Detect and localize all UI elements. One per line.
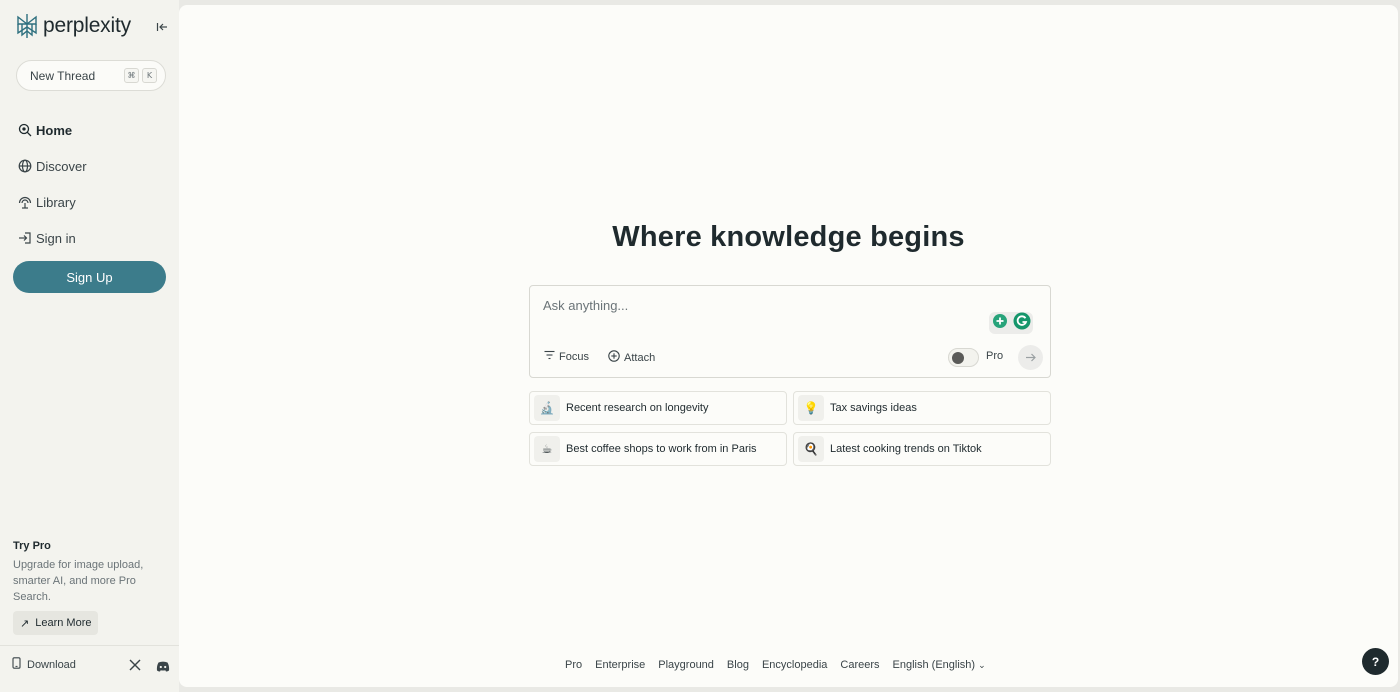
lightbulb-icon: 💡 [798, 395, 824, 421]
sign-up-button[interactable]: Sign Up [13, 261, 166, 293]
focus-label: Focus [559, 350, 589, 363]
try-pro-description: Upgrade for image upload, smarter AI, an… [13, 559, 144, 603]
pro-toggle[interactable] [948, 348, 979, 367]
x-twitter-icon[interactable] [129, 658, 141, 676]
page-title: Where knowledge begins [612, 221, 965, 253]
language-label: English (English) [892, 659, 976, 671]
microscope-icon: 🔬 [534, 395, 560, 421]
sidebar-item-label: Library [36, 194, 76, 210]
sidebar-divider [0, 645, 179, 646]
perplexity-logo-icon [17, 14, 37, 38]
suggestion-label: Latest cooking trends on Tiktok [830, 443, 982, 455]
new-thread-label: New Thread [30, 68, 96, 83]
footer: Pro Enterprise Playground Blog Encyclope… [565, 659, 986, 671]
try-pro-title: Try Pro [13, 540, 51, 552]
suggestion-card[interactable]: 🍳 Latest cooking trends on Tiktok [793, 432, 1051, 466]
download-label: Download [27, 658, 76, 671]
sidebar-item-label: Sign in [36, 230, 76, 246]
grammarly-icon[interactable] [1013, 312, 1031, 335]
attach-button[interactable]: Attach [608, 350, 655, 365]
extension-icons [989, 312, 1033, 334]
suggestion-label: Tax savings ideas [830, 402, 917, 414]
sidebar-item-sign-in[interactable]: Sign in [17, 220, 87, 256]
sidebar-item-discover[interactable]: Discover [17, 148, 87, 184]
focus-button[interactable]: Focus [544, 350, 589, 363]
chevron-down-icon: ⌄ [978, 660, 986, 670]
footer-link-blog[interactable]: Blog [727, 659, 749, 671]
toggle-knob [952, 352, 964, 364]
command-key: ⌘ [124, 68, 139, 83]
k-key: K [142, 68, 157, 83]
collapse-icon [156, 23, 167, 31]
download-link[interactable]: Download [12, 657, 76, 672]
language-selector[interactable]: English (English) ⌄ [893, 659, 986, 671]
sidebar-item-label: Home [36, 122, 73, 138]
footer-link-playground[interactable]: Playground [658, 659, 714, 671]
sign-in-icon [17, 231, 32, 246]
phone-icon [12, 657, 21, 672]
footer-link-careers[interactable]: Careers [840, 659, 879, 671]
home-search-icon [17, 123, 32, 138]
arrow-right-icon [1026, 353, 1036, 362]
learn-more-label: Learn More [35, 617, 92, 629]
discord-icon[interactable] [156, 659, 170, 677]
sidebar: perplexity New Thread ⌘ K Home Discover … [0, 0, 179, 692]
perplexity-logo[interactable]: perplexity [15, 13, 131, 39]
footer-link-pro[interactable]: Pro [565, 659, 582, 671]
main-panel: Where knowledge begins Focus Attach [179, 5, 1398, 687]
new-thread-button[interactable]: New Thread ⌘ K [16, 60, 166, 91]
pro-label: Pro [986, 350, 1004, 362]
help-button[interactable]: ? [1362, 648, 1389, 675]
attach-label: Attach [624, 351, 656, 364]
sidebar-nav: Home Discover Library Sign in [17, 112, 87, 256]
suggestion-card[interactable]: ☕ Best coffee shops to work from in Pari… [529, 432, 787, 466]
sidebar-item-home[interactable]: Home [17, 112, 87, 148]
search-box: Focus Attach Pro [529, 285, 1051, 378]
globe-icon [17, 159, 32, 174]
submit-button[interactable] [1018, 345, 1043, 370]
suggestion-card[interactable]: 💡 Tax savings ideas [793, 391, 1051, 425]
suggestion-card[interactable]: 🔬 Recent research on longevity [529, 391, 787, 425]
library-icon [17, 195, 32, 210]
try-pro-panel: Try Pro Upgrade for image upload, smarte… [13, 540, 163, 635]
suggestion-label: Recent research on longevity [566, 402, 709, 414]
search-input[interactable] [543, 298, 963, 313]
sidebar-item-label: Discover [36, 158, 87, 174]
coffee-icon: ☕ [534, 436, 560, 462]
add-extension-icon[interactable] [992, 313, 1008, 334]
shortcut-keys: ⌘ K [124, 68, 157, 83]
arrow-up-right-icon: ↗ [20, 617, 30, 630]
suggestion-label: Best coffee shops to work from in Paris [566, 443, 757, 455]
footer-link-enterprise[interactable]: Enterprise [595, 659, 645, 671]
learn-more-button[interactable]: ↗ Learn More [13, 611, 99, 635]
collapse-sidebar-button[interactable] [153, 18, 171, 36]
footer-link-encyclopedia[interactable]: Encyclopedia [762, 659, 827, 671]
sidebar-item-library[interactable]: Library [17, 184, 87, 220]
cooking-icon: 🍳 [798, 436, 824, 462]
plus-circle-icon [608, 350, 620, 365]
filter-icon [544, 350, 555, 363]
brand-name: perplexity [43, 14, 131, 37]
